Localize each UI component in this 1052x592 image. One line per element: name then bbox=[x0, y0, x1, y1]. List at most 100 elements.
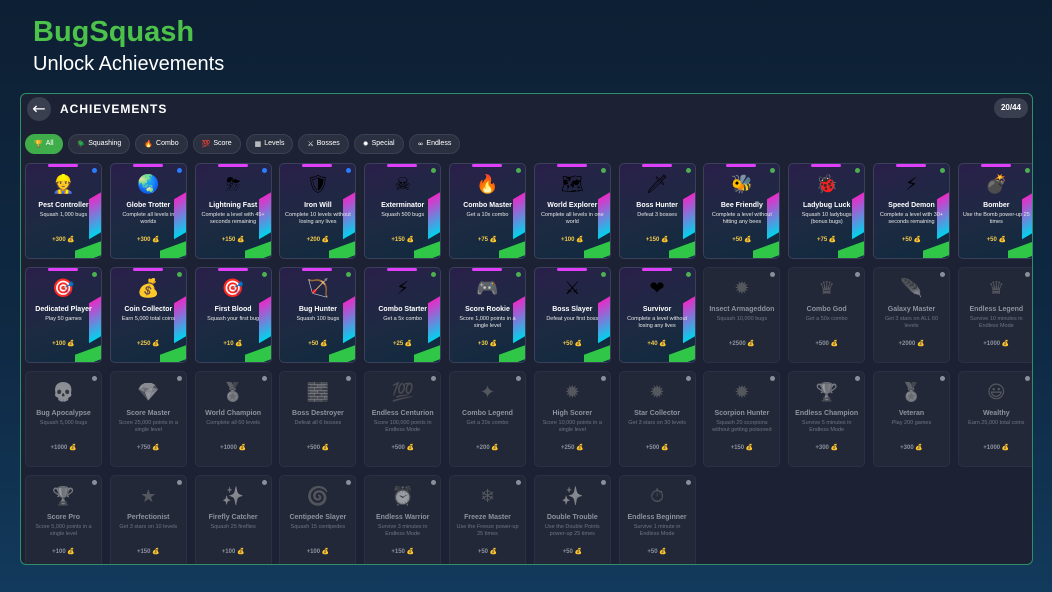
achievement-desc: Squash 20 scorpions without getting pois… bbox=[712, 420, 772, 433]
achievement-card[interactable]: ❤ Survivor Complete a level without losing… bbox=[618, 267, 696, 363]
unlock-bar bbox=[811, 164, 842, 167]
achievement-icon: ♛ bbox=[818, 278, 835, 299]
achievement-card[interactable]: 🏆 Score Pro Score 5,000 points in a single… bbox=[25, 475, 102, 564]
tab-icon: ⚔ bbox=[307, 140, 314, 148]
achievement-reward: +40 💰 bbox=[647, 341, 667, 347]
unlock-bar bbox=[896, 164, 926, 167]
achievement-reward: +2000 💰 bbox=[898, 341, 925, 347]
achievement-name: Combo God bbox=[806, 306, 847, 313]
achievement-card[interactable]: 😃 Wealthy Earn 25,000 total coins +1000 💰 bbox=[957, 371, 1032, 467]
back-button[interactable]: ← bbox=[27, 97, 51, 121]
achievement-desc: Get 3 stars on ALL 60 levels bbox=[885, 316, 938, 329]
achievement-card[interactable]: 🪶 Galaxy Master Get 3 stars on ALL 60 leve… bbox=[873, 267, 950, 363]
achievement-icon: 🏅 bbox=[221, 382, 245, 403]
achievement-name: High Scorer bbox=[552, 410, 593, 417]
achievement-name: Score Master bbox=[126, 410, 171, 417]
achievement-card[interactable]: 🧱 Boss Destroyer Defeat all 6 bosses +500 💰 bbox=[279, 371, 357, 467]
achievement-card[interactable]: ✦ Combo Legend Get a 20x combo +200 💰 bbox=[449, 371, 526, 467]
achievement-reward: +150 💰 bbox=[391, 237, 415, 243]
achievement-card[interactable]: 🐝 Bee Friendly Complete a level without hi… bbox=[703, 163, 781, 259]
tab-levels[interactable]: ▦ Levels bbox=[245, 134, 294, 154]
achievement-reward: +500 💰 bbox=[391, 445, 415, 451]
achievement-card[interactable]: 💰 Coin Collector Earn 5,000 total coins +25… bbox=[109, 267, 187, 363]
achievement-card[interactable]: ⏱ Endless Beginner Survive 1 minute in End… bbox=[618, 475, 696, 564]
achievement-reward: +250 💰 bbox=[560, 445, 584, 451]
achievement-card[interactable]: 🌀 Centipede Slayer Squash 15 centipedes +10… bbox=[279, 475, 357, 564]
unlock-bar bbox=[641, 164, 672, 167]
achievement-desc: Complete all levels in one world bbox=[540, 212, 604, 225]
achievement-card[interactable]: 💀 Bug Apocalypse Squash 5,000 bugs +1000 💰 bbox=[25, 371, 102, 467]
achievement-reward: +500 💰 bbox=[306, 445, 330, 451]
unlock-bar bbox=[217, 164, 248, 167]
tab-bosses[interactable]: ⚔ Bosses bbox=[298, 134, 349, 154]
achievement-icon: ✨ bbox=[561, 486, 584, 507]
achievement-card[interactable]: 🎮 Score Rookie Score 1,000 points in a sin… bbox=[449, 267, 526, 363]
achievement-card[interactable]: ♛ Combo God Get a 50x combo +500 💰 bbox=[788, 267, 866, 363]
achievement-icon: ⚡ bbox=[396, 278, 409, 299]
achievement-card[interactable]: 🎯 Dedicated Player Play 50 games +100 💰 bbox=[25, 267, 102, 363]
achievement-icon: ✹ bbox=[649, 382, 665, 403]
achievement-name: Endless Beginner bbox=[627, 514, 687, 521]
tab-special[interactable]: ✹ Special bbox=[353, 134, 404, 154]
achievement-card[interactable]: 🐞 Ladybug Luck Squash 10 ladybugs (bonus b… bbox=[788, 163, 866, 259]
achievement-icon: 💯 bbox=[391, 382, 414, 403]
tab-squashing[interactable]: 🪲 Squashing bbox=[67, 134, 131, 154]
status-dot bbox=[600, 376, 606, 381]
achievement-card[interactable]: ✨ Double Trouble Use the Double Points pow… bbox=[533, 475, 611, 564]
tab-icon: 🏆 bbox=[34, 140, 43, 148]
achievement-card[interactable]: 💎 Score Master Score 25,000 points in a si… bbox=[109, 371, 187, 467]
achievement-icon: 🛡 bbox=[306, 174, 330, 195]
tab-combo[interactable]: 🔥 Combo bbox=[135, 134, 188, 154]
achievement-icon: ♛ bbox=[988, 278, 1005, 299]
achievement-desc: Earn 25,000 total coins bbox=[968, 420, 1025, 426]
achievement-card[interactable]: 👷 Pest Controller Squash 1,000 bugs +300 💰 bbox=[25, 163, 102, 259]
achievement-card[interactable]: ⏰ Endless Warrior Survive 3 minutes in End… bbox=[364, 475, 442, 564]
tab-endless[interactable]: ∞ Endless bbox=[408, 134, 461, 154]
achievement-card[interactable]: ❄ Freeze Master Use the Freeze power-up 25… bbox=[449, 475, 526, 564]
achievement-icon: 🗡 bbox=[645, 174, 669, 195]
achievement-card[interactable]: ✹ Scorpion Hunter Squash 20 scorpions with… bbox=[703, 371, 781, 467]
tab-label: Special bbox=[371, 140, 395, 147]
achievement-card[interactable]: 🏹 Bug Hunter Squash 100 bugs +50 💰 bbox=[279, 267, 357, 363]
achievement-icon: ☠ bbox=[394, 174, 411, 195]
achievement-desc: Squash 10,000 bugs bbox=[716, 316, 768, 322]
achievement-icon: 🎯 bbox=[221, 278, 245, 299]
achievement-desc: Survive 5 minutes in Endless Mode bbox=[801, 420, 852, 433]
achievement-desc: Squash 100 bugs bbox=[296, 316, 340, 322]
tab-score[interactable]: 💯 Score bbox=[192, 134, 241, 154]
filter-tabs: 🏆 All 🪲 Squashing 🔥 Combo 💯 Score ▦ Levels ⚔ Bosses… bbox=[25, 134, 461, 154]
achievement-card[interactable]: 🏅 World Champion Complete all 60 levels +10… bbox=[194, 371, 272, 467]
achievement-card[interactable]: ☠ Exterminator Squash 500 bugs +150 💰 bbox=[364, 163, 442, 259]
achievement-reward: +1000 💰 bbox=[220, 445, 247, 451]
achievement-card[interactable]: ⚡ Speed Demon Complete a level with 30+ se… bbox=[873, 163, 950, 259]
achievement-desc: Survive 1 minute in Endless Mode bbox=[633, 524, 681, 537]
achievement-reward: +500 💰 bbox=[645, 445, 669, 451]
achievement-card[interactable]: 💯 Endless Centurion Score 100,000 points i… bbox=[364, 371, 442, 467]
tab-label: Squashing bbox=[88, 140, 122, 147]
achievement-card[interactable]: ⚔ Boss Slayer Defeat your first boss +50 💰 bbox=[533, 267, 611, 363]
achievement-reward: +150 💰 bbox=[391, 549, 415, 555]
status-dot bbox=[176, 376, 182, 381]
tab-all[interactable]: 🏆 All bbox=[25, 134, 63, 154]
achievement-card[interactable]: 🛡 Iron Will Complete 10 levels without los… bbox=[279, 163, 357, 259]
achievement-card[interactable]: 💣 Bomber Use the Bomb power-up 25 times +50… bbox=[957, 163, 1032, 259]
achievement-card[interactable]: ✹ High Scorer Score 10,000 points in a sin… bbox=[533, 371, 611, 467]
status-dot bbox=[176, 168, 182, 173]
achievement-card[interactable]: ✹ Insect Armageddon Squash 10,000 bugs +250… bbox=[703, 267, 781, 363]
achievement-card[interactable]: ✨ Firefly Catcher Squash 25 fireflies +100 … bbox=[194, 475, 272, 564]
achievement-card[interactable]: 🎯 First Blood Squash your first bug +10 💰 bbox=[194, 267, 272, 363]
achievement-card[interactable]: ♛ Endless Legend Survive 10 minutes in End… bbox=[957, 267, 1032, 363]
achievement-card[interactable]: 🗡 Boss Hunter Defeat 3 bosses +150 💰 bbox=[618, 163, 696, 259]
achievement-card[interactable]: 🌏 Globe Trotter Complete all levels in wor… bbox=[109, 163, 187, 259]
achievement-card[interactable]: ★ Perfectionist Get 3 stars on 10 levels +1… bbox=[109, 475, 187, 564]
achievement-card[interactable]: 🗺 World Explorer Complete all levels in on… bbox=[533, 163, 611, 259]
achievement-card[interactable]: ⚡ Combo Starter Get a 5x combo +25 💰 bbox=[364, 267, 442, 363]
achievement-card[interactable]: 🔥 Combo Master Get a 10x combo +75 💰 bbox=[449, 163, 526, 259]
status-dot bbox=[940, 376, 945, 381]
achievement-card[interactable]: 🏆 Endless Champion Survive 5 minutes in En… bbox=[788, 371, 866, 467]
achievement-name: Freeze Master bbox=[464, 514, 511, 521]
achievement-card[interactable]: ⛈ Lightning Fast Complete a level with 45+… bbox=[194, 163, 272, 259]
achievement-card[interactable]: 🏅 Veteran Play 200 games +300 💰 bbox=[873, 371, 950, 467]
achievement-card[interactable]: ✹ Star Collector Get 3 stars on 30 levels +… bbox=[618, 371, 696, 467]
tab-label: Score bbox=[213, 140, 232, 147]
